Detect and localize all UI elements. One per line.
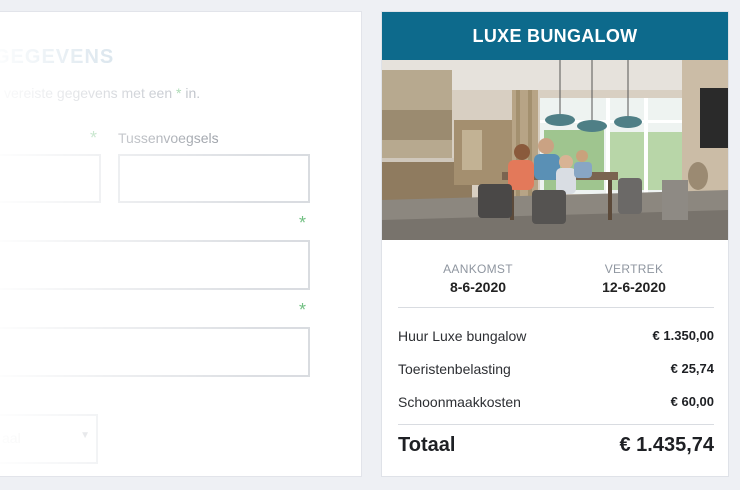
bungalow-interior-image (382, 60, 728, 240)
accommodation-photo (382, 60, 728, 240)
total-divider (398, 424, 714, 425)
hint-suffix: in. (181, 85, 201, 101)
tussenvoegsels-label: Tussenvoegsels (118, 130, 219, 146)
booking-summary-card: LUXE BUNGALOW AANKOMST 8-6-2020 VERTREK … (381, 11, 729, 477)
country-select-value: aal (2, 430, 21, 446)
arrival-date: 8-6-2020 (449, 279, 507, 295)
voornaam-required-star: * (90, 128, 98, 148)
country-select[interactable]: aal ▼ (0, 414, 98, 464)
email-required-star: * (299, 300, 307, 320)
departure-date: 12-6-2020 (602, 279, 666, 295)
required-fields-hint: vereiste gegevens met een * in. (4, 85, 200, 101)
cost-row: Huur Luxe bungalow € 1.350,00 (398, 328, 714, 348)
cost-amount: € 25,74 (670, 361, 714, 376)
email-input[interactable] (0, 327, 310, 377)
hint-prefix: vereiste gegevens met een (4, 85, 176, 101)
cost-label: Schoonmaakkosten (398, 394, 521, 410)
total-row: Totaal € 1.435,74 (398, 434, 714, 460)
tussenvoegsels-input[interactable] (118, 154, 310, 203)
voornaam-input[interactable] (0, 154, 101, 203)
departure-block: VERTREK 12-6-2020 (564, 262, 704, 295)
departure-label: VERTREK (604, 262, 664, 276)
arrival-block: AANKOMST 8-6-2020 (408, 262, 548, 295)
cost-label: Huur Luxe bungalow (398, 328, 527, 344)
cost-label: Toeristenbelasting (398, 361, 511, 377)
cost-amount: € 60,00 (670, 394, 714, 409)
total-amount: € 1.435,74 (619, 434, 714, 456)
cost-row: Schoonmaakkosten € 60,00 (398, 394, 714, 414)
arrival-label: AANKOMST (443, 262, 513, 276)
accommodation-title: LUXE BUNGALOW (382, 12, 728, 60)
stay-dates: AANKOMST 8-6-2020 VERTREK 12-6-2020 (398, 262, 714, 308)
achternaam-required-star: * (299, 213, 307, 233)
cost-row: Toeristenbelasting € 25,74 (398, 361, 714, 381)
achternaam-input[interactable] (0, 240, 310, 290)
chevron-down-icon: ▼ (80, 430, 90, 441)
personal-details-form: GEGEVENS vereiste gegevens met een * in.… (0, 11, 362, 477)
total-label: Totaal (398, 434, 456, 456)
form-title: GEGEVENS (0, 46, 115, 68)
cost-amount: € 1.350,00 (652, 328, 714, 343)
